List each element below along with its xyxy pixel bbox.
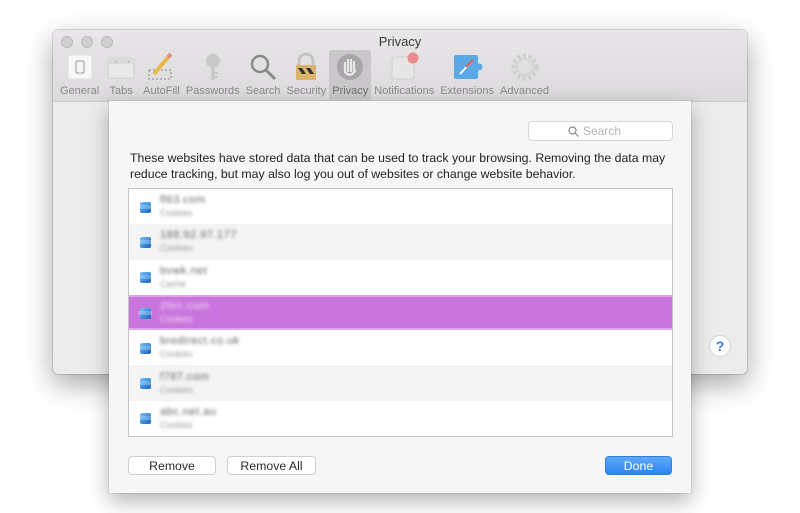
description-text: These websites have stored data that can… (130, 151, 666, 181)
website-name: 188.92.97.177 (160, 229, 237, 242)
website-row[interactable]: fl63.com Cookies (129, 189, 672, 224)
svg-text:+: + (127, 60, 131, 66)
titlebar: Privacy General × + Tabs AutoFill Passwo… (53, 30, 747, 102)
website-list[interactable]: fl63.com Cookies 188.92.97.177 Cookies bvw… (128, 188, 673, 437)
website-data-type: Cookies (160, 243, 193, 254)
website-row[interactable]: bvwk.net Cache (129, 260, 672, 295)
website-icon (138, 341, 152, 355)
manage-website-data-sheet: These websites have stored data that can… (109, 101, 691, 493)
website-data-type: Cookies (160, 384, 193, 395)
tab-security-label: Security (286, 85, 327, 97)
search-icon (568, 125, 579, 137)
website-icon (138, 376, 152, 390)
website-data-type: Cookies (160, 208, 193, 219)
help-button[interactable]: ? (709, 335, 731, 357)
gear-icon (509, 52, 541, 82)
tab-tabs[interactable]: × + Tabs (102, 50, 140, 100)
tab-extensions[interactable]: Extensions (437, 50, 497, 100)
website-icon (138, 411, 152, 425)
tab-passwords-label: Passwords (185, 85, 240, 97)
tabs-icon: × + (105, 52, 137, 82)
tab-autofill[interactable]: AutoFill (140, 50, 183, 100)
tab-general-label: General (60, 85, 100, 97)
website-data-type: Cookies (160, 349, 193, 360)
search-input[interactable] (583, 124, 633, 138)
search-field[interactable] (528, 121, 673, 141)
tab-autofill-label: AutoFill (143, 85, 180, 97)
tab-notifications-label: Notifications (374, 85, 435, 97)
website-icon (138, 270, 152, 284)
tab-search[interactable]: Search (243, 50, 284, 100)
website-row[interactable]: bredirect.co.uk Cookies (129, 330, 672, 365)
tab-search-label: Search (245, 85, 281, 97)
pencil-icon (145, 52, 177, 82)
website-row[interactable]: 188.92.97.177 Cookies (129, 224, 672, 260)
preferences-toolbar: General × + Tabs AutoFill Passwords Sear… (57, 50, 552, 100)
magnifier-icon (247, 52, 279, 82)
website-row-selected[interactable]: 2fen.com Cookies (129, 294, 672, 331)
svg-text:×: × (114, 60, 118, 66)
website-icon (138, 306, 152, 320)
tab-extensions-label: Extensions (440, 85, 495, 97)
tab-privacy[interactable]: Privacy (329, 50, 372, 100)
tab-privacy-label: Privacy (332, 85, 369, 97)
puzzle-compass-icon (451, 52, 483, 82)
website-data-type: Cookies (160, 314, 193, 325)
website-icon (138, 200, 152, 214)
website-name: abc.net.au (160, 405, 217, 418)
general-switch-icon (64, 52, 96, 82)
key-icon (197, 52, 229, 82)
hand-icon (334, 52, 366, 82)
website-name: f787.com (160, 370, 210, 383)
website-icon (138, 235, 152, 249)
tab-passwords[interactable]: Passwords (183, 50, 243, 100)
website-name: 2fen.com (160, 300, 210, 313)
remove-button[interactable]: Remove (128, 456, 216, 475)
website-data-type: Cache (160, 278, 187, 289)
website-name: bredirect.co.uk (160, 335, 240, 348)
website-data-type: Cookies (160, 419, 193, 430)
remove-all-button[interactable]: Remove All (227, 456, 316, 475)
website-name: bvwk.net (160, 264, 208, 277)
website-name: fl63.com (160, 194, 206, 207)
window-title: Privacy (378, 34, 422, 49)
website-row[interactable]: f787.com Cookies (129, 365, 672, 401)
tab-general[interactable]: General (57, 50, 102, 100)
tab-notifications[interactable]: Notifications (371, 50, 437, 100)
tab-tabs-label: Tabs (109, 85, 133, 97)
done-button[interactable]: Done (605, 456, 672, 475)
tab-advanced-label: Advanced (500, 85, 549, 97)
notification-badge-icon (388, 52, 420, 82)
padlock-icon (290, 52, 322, 82)
tab-security[interactable]: Security (283, 50, 329, 100)
website-row[interactable]: abc.net.au Cookies (129, 401, 672, 436)
tab-advanced[interactable]: Advanced (497, 50, 552, 100)
